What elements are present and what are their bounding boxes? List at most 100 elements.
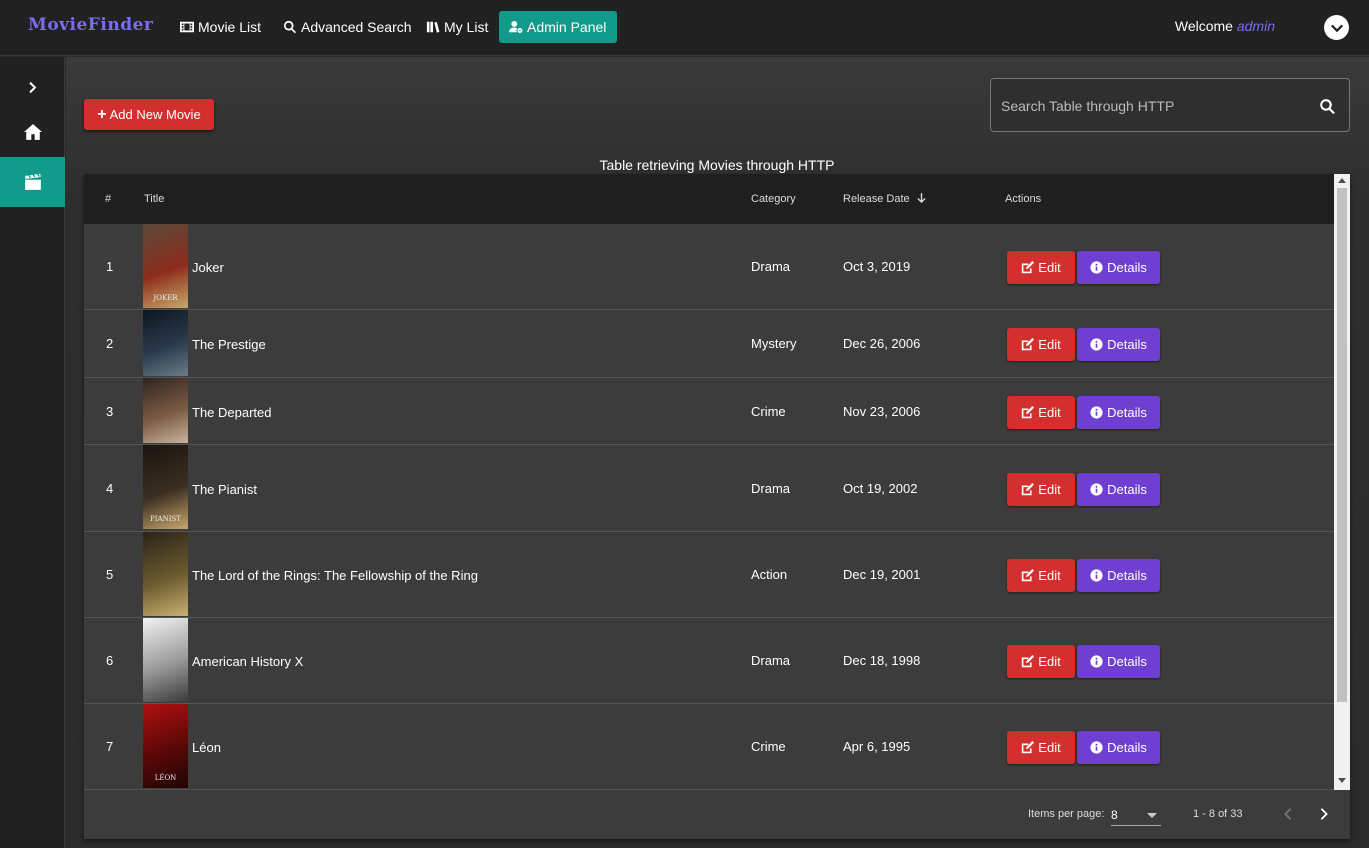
nav-advanced-search[interactable]: Advanced Search [273,11,422,43]
search-icon[interactable] [1319,98,1336,115]
edit-button[interactable]: Edit [1007,731,1075,764]
nav-admin-panel[interactable]: Admin Panel [499,11,617,43]
movie-category: Drama [751,481,791,496]
search-icon [284,20,297,34]
info-icon [1090,655,1103,668]
row-number: 4 [106,481,114,496]
movie-poster[interactable]: JOKER [143,224,188,308]
search-field[interactable] [990,78,1350,132]
scroll-down-arrow-icon[interactable] [1338,778,1346,783]
poster-title-text: PIANIST [150,515,181,523]
edit-button[interactable]: Edit [1007,645,1075,678]
header-title[interactable]: Title [144,193,164,205]
info-icon [1090,406,1103,419]
movies-table: # Title Category Release Date Actions 1 J… [84,174,1350,839]
edit-icon [1022,741,1035,754]
movie-poster[interactable] [143,378,188,443]
info-icon [1090,569,1103,582]
edit-button[interactable]: Edit [1007,251,1075,284]
movie-poster[interactable] [143,532,188,616]
sidebar-expand-toggle[interactable] [0,62,65,112]
movie-poster[interactable]: PIANIST [143,445,188,529]
info-icon [1090,483,1103,496]
edit-button[interactable]: Edit [1007,396,1075,429]
plus-icon: + [97,105,107,123]
movie-title: Léon [192,740,221,755]
add-new-movie-button[interactable]: + Add New Movie [84,99,214,130]
table-body: 1 JOKER Joker Drama Oct 3, 2019 Edit Details 2 T… [84,224,1334,790]
header-category[interactable]: Category [751,193,796,205]
details-label: Details [1107,260,1147,275]
scrollbar-thumb[interactable] [1337,188,1347,702]
row-number: 5 [106,567,114,582]
add-new-movie-label: Add New Movie [109,107,201,122]
paginator: Items per page: 8 1 - 8 of 33 [84,790,1350,839]
edit-label: Edit [1038,654,1061,669]
edit-button[interactable]: Edit [1007,559,1075,592]
clapperboard-icon [24,173,41,190]
table-row[interactable]: 3 The Departed Crime Nov 23, 2006 Edit Detail… [84,378,1334,445]
sidebar-item-home[interactable] [0,107,65,157]
sidebar-item-movies[interactable] [0,157,65,207]
edit-icon [1022,483,1035,496]
poster-title-text: LÉON [154,774,177,782]
movie-release-date: Dec 18, 1998 [843,653,921,668]
details-button[interactable]: Details [1077,559,1160,592]
nav-movie-list[interactable]: Movie List [170,11,271,43]
username: admin [1236,18,1275,34]
table-header: # Title Category Release Date Actions [84,174,1334,224]
table-scrollbar[interactable] [1334,174,1350,790]
details-label: Details [1107,337,1147,352]
movie-category: Crime [751,404,786,419]
edit-icon [1022,655,1035,668]
movie-release-date: Oct 3, 2019 [843,259,911,274]
edit-label: Edit [1038,260,1061,275]
movie-poster[interactable] [143,618,188,702]
table-caption: Table retrieving Movies through HTTP [599,157,835,173]
movie-poster[interactable]: LÉON [143,704,188,788]
details-label: Details [1107,568,1147,583]
nav-my-list[interactable]: My List [416,11,498,43]
movie-category: Drama [751,653,791,668]
details-button[interactable]: Details [1077,328,1160,361]
header-release-date[interactable]: Release Date [843,193,926,205]
edit-label: Edit [1038,740,1061,755]
row-number: 7 [106,739,114,754]
user-menu-button[interactable] [1324,15,1349,40]
next-page-button[interactable] [1312,802,1336,826]
info-icon [1090,338,1103,351]
welcome-message: Welcome admin [1175,18,1275,34]
details-button[interactable]: Details [1077,473,1160,506]
edit-icon [1022,569,1035,582]
edit-icon [1022,338,1035,351]
previous-page-button[interactable] [1276,802,1300,826]
movie-category: Drama [751,259,791,274]
brand-logo[interactable]: MovieFinder [28,15,153,35]
table-row[interactable]: 1 JOKER Joker Drama Oct 3, 2019 Edit Details [84,224,1334,310]
movie-title: The Lord of the Rings: The Fellowship of… [192,568,478,583]
edit-button[interactable]: Edit [1007,328,1075,361]
table-row[interactable]: 7 LÉON Léon Crime Apr 6, 1995 Edit Details [84,704,1334,790]
items-per-page-label: Items per page: [1028,808,1105,820]
details-button[interactable]: Details [1077,396,1160,429]
details-button[interactable]: Details [1077,731,1160,764]
chevron-right-icon [29,81,37,93]
scroll-up-arrow-icon[interactable] [1338,178,1346,183]
edit-label: Edit [1038,337,1061,352]
table-row[interactable]: 6 American History X Drama Dec 18, 1998 Edit… [84,618,1334,704]
table-row[interactable]: 2 The Prestige Mystery Dec 26, 2006 Edit Deta… [84,310,1334,378]
info-icon [1090,741,1103,754]
chevron-right-icon [1320,808,1328,820]
search-input[interactable] [1001,95,1301,117]
details-button[interactable]: Details [1077,251,1160,284]
movie-title: Joker [192,260,224,275]
details-button[interactable]: Details [1077,645,1160,678]
edit-button[interactable]: Edit [1007,473,1075,506]
table-row[interactable]: 4 PIANIST The Pianist Drama Oct 19, 2002 Edit… [84,445,1334,532]
table-row[interactable]: 5 The Lord of the Rings: The Fellowship o… [84,532,1334,618]
movie-title: The Departed [192,405,272,420]
edit-label: Edit [1038,568,1061,583]
movie-category: Crime [751,739,786,754]
movie-poster[interactable] [143,310,188,376]
items-per-page-select[interactable]: 8 [1111,802,1161,826]
